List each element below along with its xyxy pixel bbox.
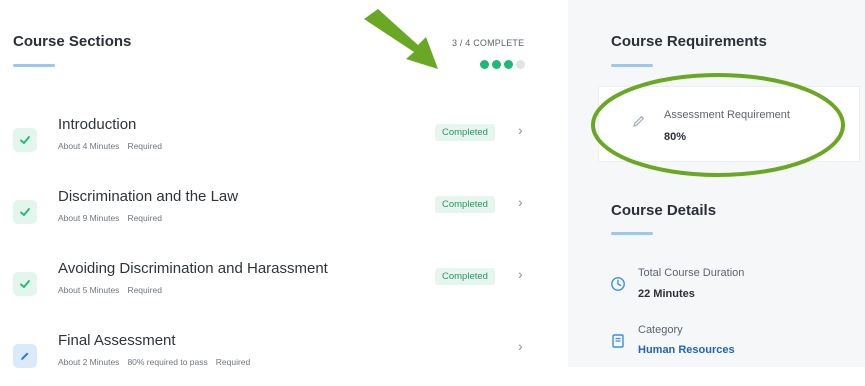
progress-dots (480, 60, 525, 69)
section-meta: About 4 Minutes Required (58, 141, 170, 151)
category-link[interactable]: Human Resources (638, 344, 735, 356)
duration-value: 22 Minutes (638, 288, 695, 300)
chevron-right-icon[interactable]: › (518, 266, 523, 282)
section-required: Required (127, 213, 162, 223)
chevron-right-icon[interactable]: › (518, 122, 523, 138)
section-duration: About 4 Minutes (58, 141, 120, 151)
section-duration: About 2 Minutes (58, 357, 120, 367)
course-details-title: Course Details (611, 202, 717, 219)
section-title: Discrimination and the Law (58, 188, 239, 205)
section-row-introduction[interactable]: Introduction About 4 Minutes Required Com… (0, 108, 548, 170)
section-title: Introduction (58, 116, 137, 133)
section-required: Required (127, 141, 162, 151)
completed-badge: Completed (435, 124, 495, 141)
course-info-panel: Course Requirements Assessment Requireme… (568, 0, 865, 367)
book-icon (612, 334, 624, 348)
pencil-icon (13, 344, 37, 368)
section-title: Avoiding Discrimination and Harassment (58, 260, 328, 277)
completed-badge: Completed (435, 268, 495, 285)
section-row-discrimination-law[interactable]: Discrimination and the Law About 9 Minut… (0, 180, 548, 242)
category-label: Category (638, 324, 683, 336)
annotation-arrow (364, 9, 438, 69)
course-requirements-title: Course Requirements (611, 33, 767, 50)
course-sections-title: Course Sections (13, 33, 132, 50)
section-meta: About 9 Minutes Required (58, 213, 170, 223)
section-duration: About 9 Minutes (58, 213, 120, 223)
section-row-avoiding-discrimination[interactable]: Avoiding Discrimination and Harassment A… (0, 252, 548, 314)
chevron-right-icon[interactable]: › (518, 194, 523, 210)
check-icon (13, 272, 37, 296)
title-underline (611, 232, 653, 235)
section-duration: About 5 Minutes (58, 285, 120, 295)
section-pass-requirement: 80% required to pass (127, 357, 208, 367)
section-meta: About 5 Minutes Required (58, 285, 170, 295)
section-required: Required (215, 357, 251, 367)
progress-dot-complete (480, 60, 489, 69)
chevron-right-icon[interactable]: › (518, 338, 523, 354)
clock-icon (611, 277, 625, 291)
progress-dot-complete (492, 60, 501, 69)
completed-badge: Completed (435, 196, 495, 213)
section-title: Final Assessment (58, 332, 176, 349)
progress-dot-complete (504, 60, 513, 69)
progress-dot-incomplete (516, 60, 525, 69)
section-meta: About 2 Minutes 80% required to pass Requi… (58, 357, 258, 367)
course-sections-panel: Course Sections 3 / 4 COMPLETE Introduct… (0, 0, 548, 368)
title-underline (611, 64, 653, 67)
annotation-ellipse (591, 73, 845, 177)
progress-label: 3 / 4 COMPLETE (452, 38, 525, 48)
check-icon (13, 128, 37, 152)
section-required: Required (127, 285, 162, 295)
title-underline (13, 64, 55, 67)
section-row-final-assessment[interactable]: Final Assessment About 2 Minutes 80% requ… (0, 324, 548, 386)
duration-label: Total Course Duration (638, 267, 745, 279)
check-icon (13, 200, 37, 224)
